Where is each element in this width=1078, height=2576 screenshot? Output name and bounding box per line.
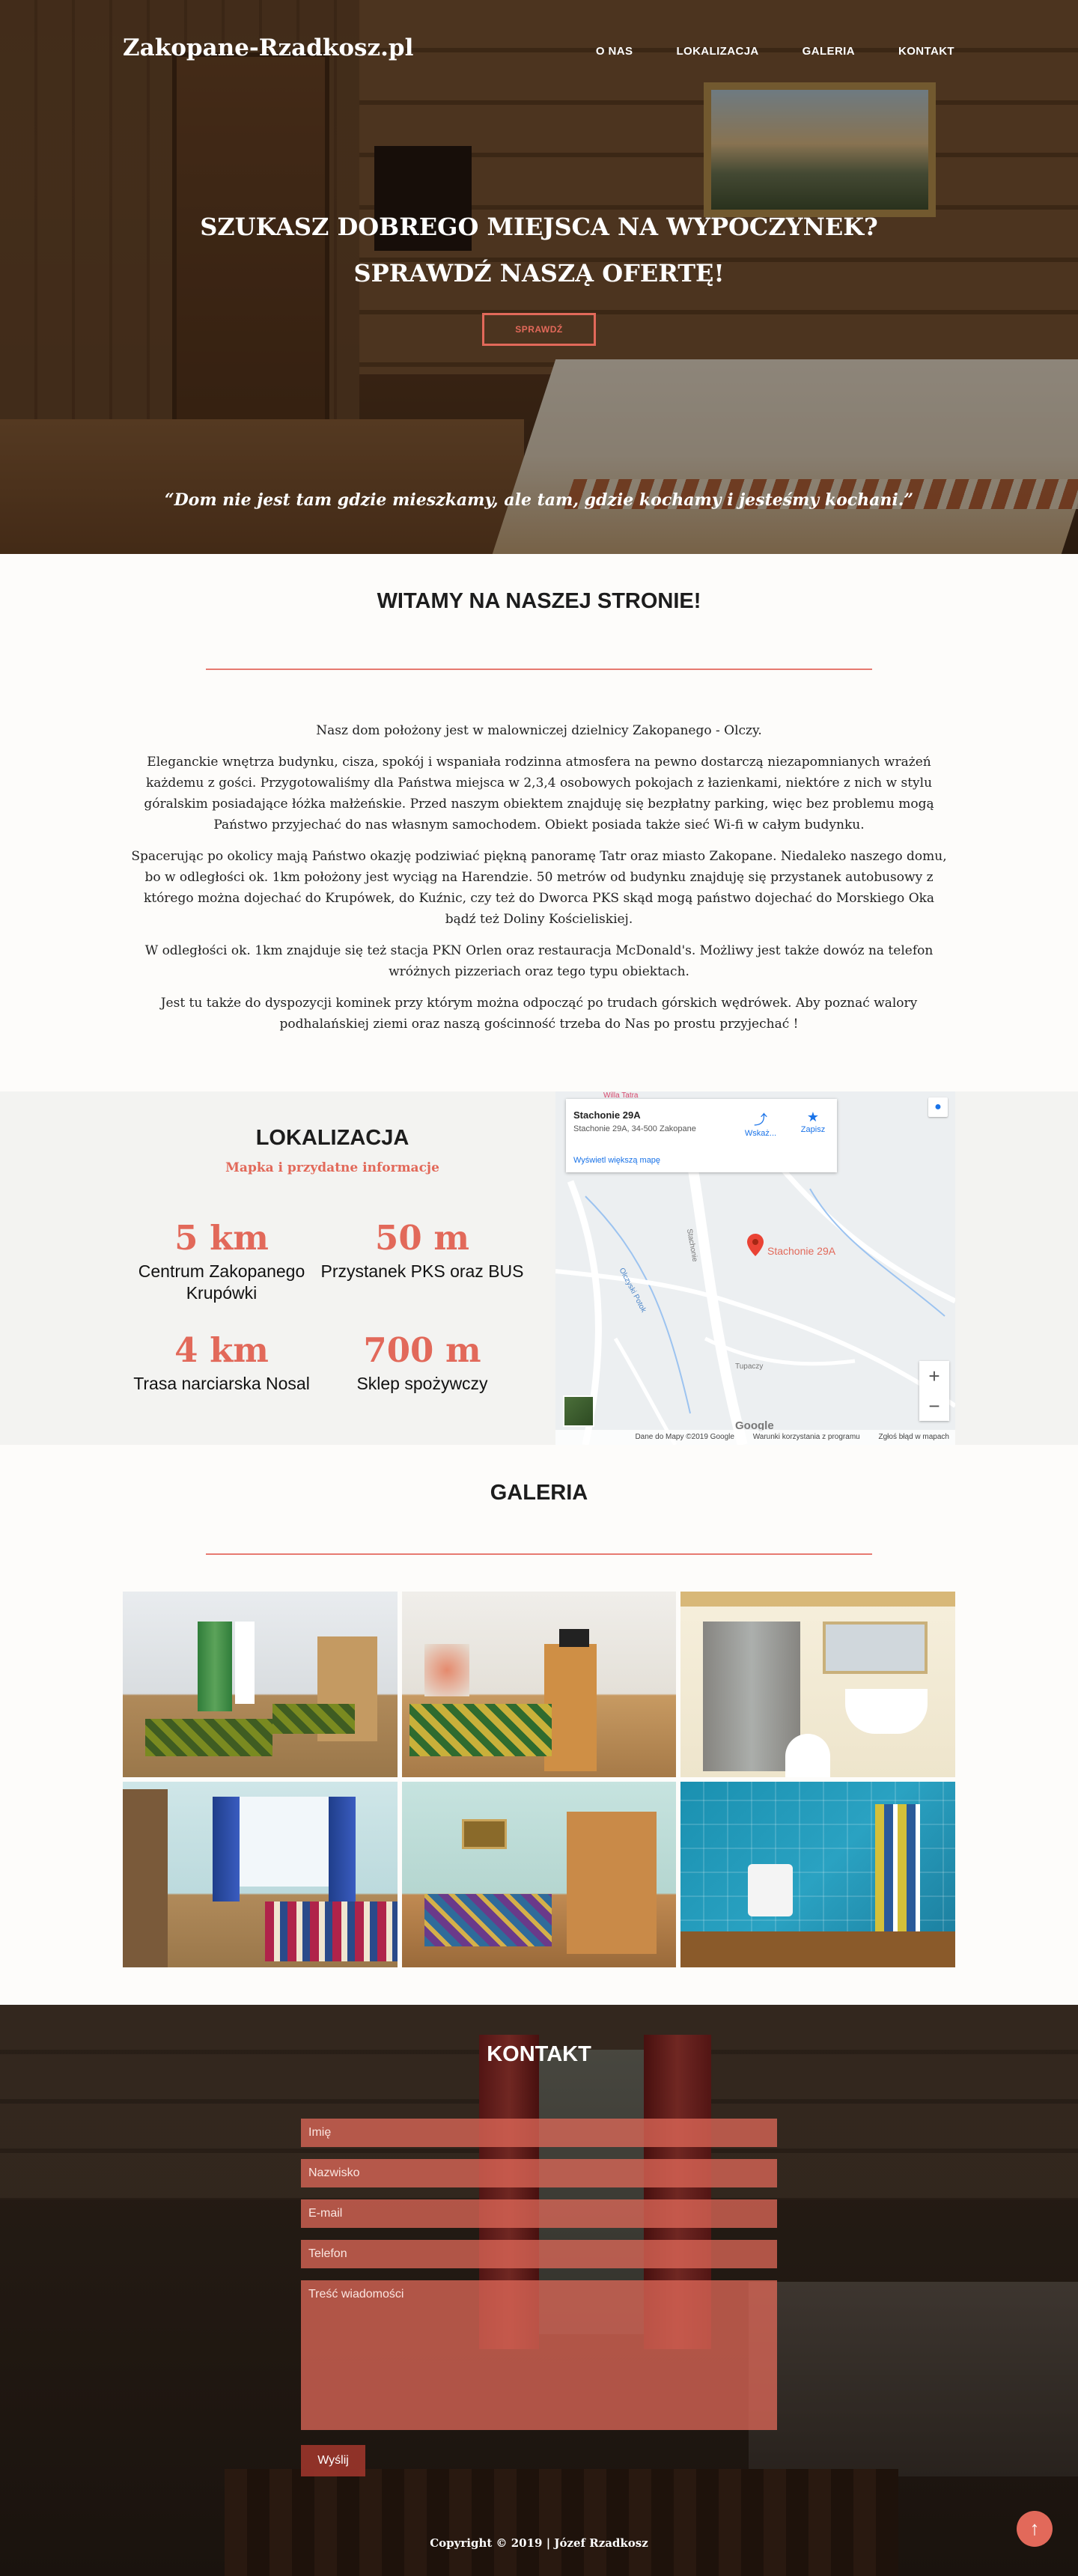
stat-grocery: 700 m Sklep spożywczy: [317, 1330, 527, 1395]
bigger-map-link[interactable]: Wyświetl większą mapę: [573, 1156, 660, 1165]
stat-label: Trasa narciarska Nosal: [133, 1374, 310, 1393]
map-zoom-control: + −: [919, 1361, 949, 1421]
send-button[interactable]: Wyślij: [301, 2445, 365, 2476]
stat-label: Przystanek PKS oraz BUS: [320, 1261, 524, 1281]
map-place-name: Stachonie 29A: [573, 1109, 641, 1121]
map-street-label: Tupaczy: [735, 1362, 764, 1371]
map-footer: Dane do Mapy ©2019 Google Warunki korzys…: [555, 1430, 955, 1445]
welcome-paragraph: Nasz dom położony jest w malowniczej dzi…: [316, 723, 762, 738]
stat-ski-slope: 4 km Trasa narciarska Nosal: [117, 1330, 326, 1395]
location-subtitle: Mapka i przydatne informacje: [225, 1160, 439, 1175]
email-field[interactable]: [301, 2199, 777, 2228]
nav-link-kontakt[interactable]: KONTAKT: [898, 45, 954, 58]
save-place-button[interactable]: ★ Zapisz: [791, 1109, 835, 1134]
site-logo[interactable]: Zakopane-Rzadkosz.pl: [123, 34, 413, 61]
embedded-map[interactable]: Willa Tatra Olczyski Potok Stachonie Tup…: [555, 1091, 955, 1445]
star-icon: ★: [806, 1109, 820, 1124]
map-place-address: Stachonie 29A, 34-500 Zakopane: [573, 1124, 696, 1133]
gallery-photo[interactable]: [123, 1782, 398, 1967]
map-place-card: Stachonie 29A Stachonie 29A, 34-500 Zako…: [566, 1099, 837, 1172]
welcome-divider: [206, 669, 872, 670]
gallery-photo[interactable]: [680, 1782, 955, 1967]
gallery-photo[interactable]: [401, 1592, 677, 1777]
stat-bus-stop: 50 m Przystanek PKS oraz BUS: [317, 1217, 527, 1282]
directions-icon: ⤴: [754, 1112, 767, 1127]
welcome-paragraph: Spacerując po okolicy mają Państwo okazj…: [131, 849, 947, 927]
photo-gallery: [123, 1592, 955, 1967]
gallery-photo[interactable]: [401, 1782, 677, 1967]
hero-section: Zakopane-Rzadkosz.pl O NAS LOKALIZACJA G…: [0, 0, 1078, 554]
surname-field[interactable]: [301, 2159, 777, 2187]
hero-headline-line1: SZUKASZ DOBREGO MIEJSCA NA WYPOCZYNEK?: [200, 213, 878, 241]
gallery-title: GALERIA: [490, 1481, 588, 1505]
hero-headline: SZUKASZ DOBREGO MIEJSCA NA WYPOCZYNEK? S…: [0, 204, 1078, 296]
zoom-out-button[interactable]: −: [919, 1391, 949, 1421]
phone-field[interactable]: [301, 2240, 777, 2268]
stat-value: 5 km: [174, 1218, 269, 1258]
stat-value: 50 m: [375, 1218, 469, 1258]
map-pin-label: Stachonie 29A: [767, 1245, 836, 1257]
check-offer-button[interactable]: SPRAWDŹ: [482, 313, 596, 346]
nav-link-o-nas[interactable]: O NAS: [596, 45, 633, 58]
map-attribution: Dane do Mapy ©2019 Google: [635, 1433, 734, 1441]
stat-value: 4 km: [174, 1330, 269, 1370]
location-title: LOKALIZACJA: [255, 1126, 409, 1150]
name-field[interactable]: [301, 2119, 777, 2147]
welcome-text: Nasz dom położony jest w malowniczej dzi…: [131, 720, 947, 1045]
nav-link-galeria[interactable]: GALERIA: [803, 45, 855, 58]
top-navigation: Zakopane-Rzadkosz.pl O NAS LOKALIZACJA G…: [0, 0, 1078, 105]
stat-value: 700 m: [363, 1330, 481, 1370]
gallery-photo[interactable]: [123, 1592, 398, 1777]
map-terms-link[interactable]: Warunki korzystania z programu: [753, 1433, 860, 1441]
contact-section: KONTAKT Wyślij: [0, 2005, 1078, 2576]
directions-button[interactable]: ⤴ Wskaż...: [738, 1109, 783, 1138]
main-menu: O NAS LOKALIZACJA GALERIA KONTAKT: [596, 45, 954, 58]
arrow-up-circle-icon[interactable]: ↑: [1017, 2511, 1053, 2547]
gallery-photo[interactable]: [680, 1592, 955, 1777]
map-pin-icon[interactable]: [747, 1234, 764, 1256]
zoom-in-button[interactable]: +: [919, 1361, 949, 1391]
stat-center: 5 km Centrum Zakopanego Krupówki: [117, 1217, 326, 1304]
stat-label: Centrum Zakopanego Krupówki: [138, 1261, 305, 1303]
message-field[interactable]: [301, 2280, 777, 2430]
location-section: LOKALIZACJA Mapka i przydatne informacje…: [0, 1091, 1078, 1445]
hero-quote: “Dom nie jest tam gdzie mieszkamy, ale t…: [164, 490, 914, 510]
satellite-toggle[interactable]: [563, 1395, 594, 1427]
nav-link-lokalizacja[interactable]: LOKALIZACJA: [676, 45, 758, 58]
welcome-title: WITAMY NA NASZEJ STRONIE!: [377, 589, 701, 613]
welcome-paragraph: W odległości ok. 1km znajduje się też st…: [144, 943, 934, 979]
map-report-link[interactable]: Zgłoś błąd w mapach: [879, 1433, 950, 1441]
welcome-paragraph: Eleganckie wnętrza budynku, cisza, spokó…: [144, 755, 934, 832]
welcome-paragraph: Jest tu także do dyspozycji kominek przy…: [160, 996, 918, 1032]
footer-copyright: Copyright © 2019 | Józef Rzadkosz: [430, 2536, 648, 2550]
stat-label: Sklep spożywczy: [356, 1374, 488, 1393]
gallery-divider: [206, 1553, 872, 1555]
hero-headline-line2: SPRAWDŹ NASZĄ OFERTĘ!: [353, 259, 725, 287]
profile-icon[interactable]: ●: [928, 1097, 948, 1117]
contact-title: KONTAKT: [487, 2042, 591, 2066]
